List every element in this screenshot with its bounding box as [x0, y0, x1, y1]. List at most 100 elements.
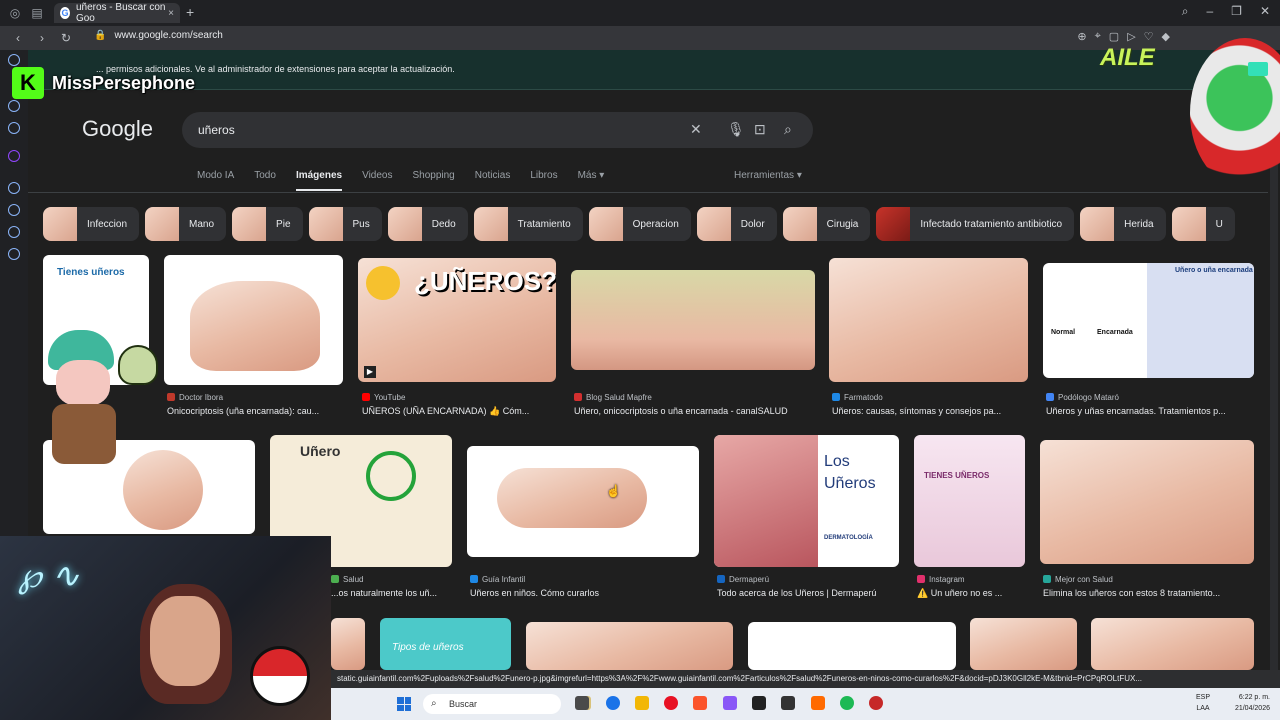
- taskbar-spotify-icon[interactable]: [840, 696, 854, 710]
- taskbar-brave-icon[interactable]: [693, 696, 707, 710]
- result-source[interactable]: Blog Salud Mapfre: [574, 393, 652, 402]
- result-title[interactable]: Onicocriptosis (uña encarnada): cau...: [167, 406, 343, 416]
- taskbar-app-icon[interactable]: [869, 696, 883, 710]
- result-title[interactable]: Uñeros y uñas encarnadas. Tratamientos p…: [1046, 406, 1252, 416]
- result-source[interactable]: Mejor con Salud: [1043, 575, 1113, 584]
- chip-tratamiento[interactable]: Tratamiento: [473, 207, 583, 241]
- tab-mas[interactable]: Más ▾: [578, 170, 605, 191]
- tab-videos[interactable]: Videos: [362, 170, 392, 191]
- google-logo[interactable]: Google: [82, 116, 153, 142]
- result-image-guia-infantil[interactable]: [467, 446, 699, 557]
- heart-icon[interactable]: ♡: [1144, 30, 1154, 43]
- result-source[interactable]: Guía Infantil: [470, 575, 525, 584]
- result-title[interactable]: ...os naturalmente los uñ...: [331, 588, 451, 598]
- chip-dolor[interactable]: Dolor: [696, 207, 777, 241]
- chip-more[interactable]: U: [1171, 207, 1235, 241]
- taskbar-steam-icon[interactable]: [752, 696, 766, 710]
- windows-start-icon[interactable]: [397, 697, 411, 711]
- search-input[interactable]: uñeros ✕ 🎙 ⊡ ⌕: [182, 112, 813, 148]
- tab-todo[interactable]: Todo: [254, 170, 276, 191]
- reload-icon[interactable]: ↻: [60, 31, 72, 45]
- chip-pus[interactable]: Pus: [308, 207, 382, 241]
- result-image[interactable]: [970, 618, 1077, 670]
- result-source[interactable]: Farmatodo: [832, 393, 883, 402]
- result-image[interactable]: [1091, 618, 1254, 670]
- minimize-icon[interactable]: –: [1206, 4, 1213, 19]
- back-icon[interactable]: ‹: [12, 31, 24, 45]
- result-title[interactable]: Todo acerca de los Uñeros | Dermaperú: [717, 588, 899, 598]
- snapshot-icon[interactable]: ▢: [1109, 30, 1119, 43]
- result-title[interactable]: UÑEROS (UÑA ENCARNADA) 👍 Cóm...: [362, 406, 554, 417]
- result-title[interactable]: Uñero, onicocriptosis o uña encarnada - …: [574, 406, 814, 416]
- result-image-dermaperu[interactable]: Los Uñeros DERMATOLOGÍA: [714, 435, 899, 567]
- sidebar-maps-icon[interactable]: [8, 100, 20, 112]
- result-source[interactable]: Podólogo Mataró: [1046, 393, 1119, 402]
- clear-icon[interactable]: ✕: [690, 121, 702, 138]
- new-tab-icon[interactable]: +: [186, 4, 194, 20]
- result-source[interactable]: Dermaperú: [717, 575, 769, 584]
- tab-menu-icon[interactable]: ▤: [30, 6, 44, 20]
- sidebar-settings-icon[interactable]: [8, 248, 20, 260]
- microphone-icon[interactable]: 🎙: [727, 121, 745, 138]
- url-field[interactable]: 🔒 www.google.com/search: [94, 30, 223, 41]
- result-title[interactable]: Uñeros en niños. Cómo curarlos: [470, 588, 696, 598]
- sidebar-twitch-icon[interactable]: [8, 150, 20, 162]
- result-image-instagram[interactable]: TIENES UÑEROS: [914, 435, 1025, 567]
- taskbar-app-icon[interactable]: [811, 696, 825, 710]
- close-window-icon[interactable]: ✕: [1260, 4, 1270, 19]
- chip-infeccion[interactable]: Infeccion: [43, 207, 140, 241]
- tray-language[interactable]: ESP LAA: [1196, 692, 1210, 714]
- result-source[interactable]: YouTube: [362, 393, 405, 402]
- chip-cirugia[interactable]: Cirugia: [782, 207, 871, 241]
- taskbar-edge-icon[interactable]: [606, 696, 620, 710]
- result-image[interactable]: [526, 622, 733, 670]
- search-tabs-icon[interactable]: ⌕: [1182, 4, 1189, 19]
- forward-icon[interactable]: ›: [36, 31, 48, 45]
- chip-infectado-tratamiento-antibiotico[interactable]: Infectado tratamiento antibiotico: [876, 207, 1075, 241]
- taskbar-app-icon[interactable]: [781, 696, 795, 710]
- taskbar-explorer-icon[interactable]: [635, 696, 649, 710]
- search-icon[interactable]: ⌕: [784, 121, 792, 138]
- result-source[interactable]: Doctor Ibora: [167, 393, 223, 402]
- sidebar-mail-icon[interactable]: [8, 122, 20, 134]
- result-image[interactable]: [571, 270, 815, 370]
- lens-icon[interactable]: ⊡: [754, 121, 766, 138]
- tray-clock[interactable]: 6:22 p. m. 21/04/2026: [1235, 692, 1270, 714]
- browser-tab[interactable]: G uñeros - Buscar con Goo ×: [54, 2, 180, 24]
- tools-button[interactable]: Herramientas ▾: [734, 170, 802, 181]
- opera-logo-icon[interactable]: ◎: [8, 6, 22, 20]
- result-source[interactable]: Salud: [331, 575, 363, 584]
- chip-mano[interactable]: Mano: [145, 207, 227, 241]
- sidebar-history-icon[interactable]: [8, 204, 20, 216]
- result-image-diagram[interactable]: Uñero o uña encarnada Normal Encarnada: [1043, 263, 1254, 378]
- close-tab-icon[interactable]: ×: [168, 8, 174, 19]
- chip-herida[interactable]: Herida: [1080, 207, 1166, 241]
- tab-modo-ia[interactable]: Modo IA: [197, 170, 234, 191]
- result-image-tipos[interactable]: Tipos de uñeros: [380, 618, 511, 670]
- taskbar-app-icon[interactable]: [723, 696, 737, 710]
- result-title[interactable]: ⚠️ Un uñero no es ...: [917, 588, 1029, 599]
- sidebar-extensions-icon[interactable]: [8, 226, 20, 238]
- result-title[interactable]: Elimina los uñeros con estos 8 tratamien…: [1043, 588, 1253, 598]
- tab-imagenes[interactable]: Imágenes: [295, 170, 343, 191]
- result-image-youtube[interactable]: ¿UÑEROS? ▶: [358, 258, 556, 382]
- taskbar-opera-icon[interactable]: [664, 696, 678, 710]
- result-source[interactable]: Instagram: [917, 575, 965, 584]
- maximize-icon[interactable]: ❐: [1231, 4, 1242, 19]
- chip-pie[interactable]: Pie: [232, 207, 303, 241]
- tab-shopping[interactable]: Shopping: [412, 170, 454, 191]
- zoom-icon[interactable]: ⊕: [1077, 30, 1086, 43]
- pin-icon[interactable]: ⌖: [1095, 30, 1101, 43]
- result-image[interactable]: [164, 255, 343, 385]
- taskbar-search[interactable]: ⌕ Buscar: [423, 694, 561, 714]
- tab-noticias[interactable]: Noticias: [475, 170, 511, 191]
- result-image[interactable]: [331, 618, 365, 670]
- extensions-icon[interactable]: ◆: [1162, 30, 1170, 43]
- taskbar-taskview-icon[interactable]: [575, 696, 589, 710]
- tab-libros[interactable]: Libros: [530, 170, 557, 191]
- result-image[interactable]: [748, 622, 956, 670]
- sidebar-player-icon[interactable]: [8, 182, 20, 194]
- result-image[interactable]: [829, 258, 1028, 382]
- chip-dedo[interactable]: Dedo: [387, 207, 468, 241]
- sidebar-home-icon[interactable]: [8, 54, 20, 66]
